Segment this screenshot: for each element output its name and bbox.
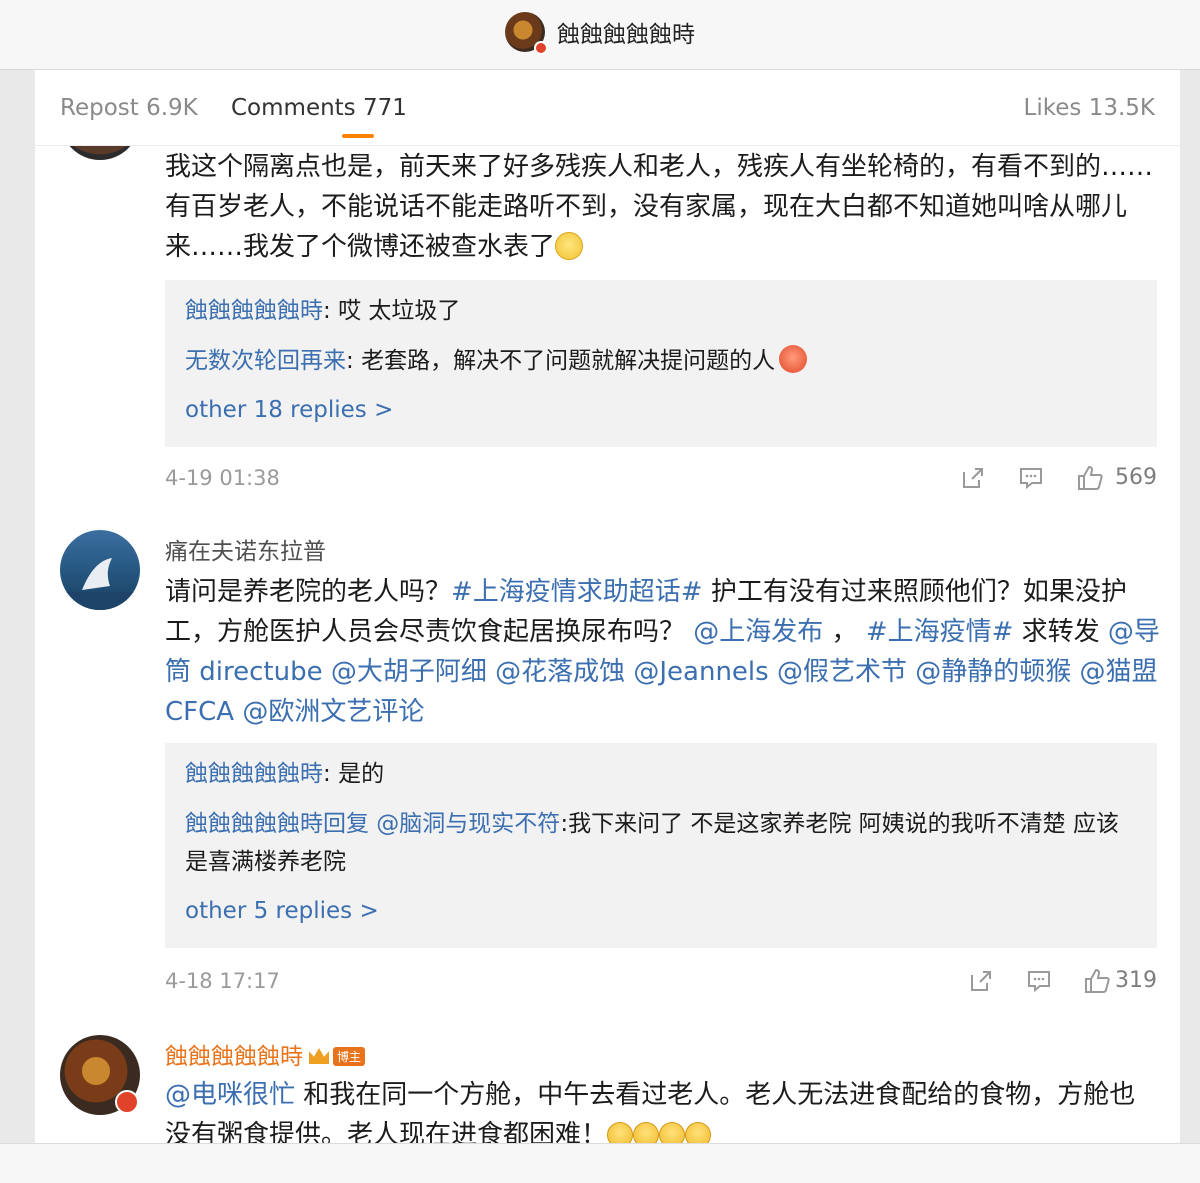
title-wrap[interactable]: 蝕蝕蝕蝕蝕時 [505,11,695,55]
mention-link[interactable]: @电咪很忙 [165,1080,295,1110]
crying-emoji-icon [607,1122,634,1143]
comment-time: 4-19 01:38 [165,466,280,490]
crying-emoji-icon [659,1122,686,1143]
comment-username: 蝕蝕蝕蝕蝕時 博主 [165,1037,1160,1071]
reply-text: 老套路，解决不了问题就解决提问题的人 [361,348,776,374]
bottom-action-bar[interactable] [0,1143,1200,1183]
comment-text: @电咪很忙 和我在同一个方舱，中午去看过老人。老人无法进食配给的食物，方舱也没有… [165,1075,1160,1143]
reply-box-1[interactable]: 蝕蝕蝕蝕蝕時: 哎 太垃圾了 无数次轮回再来: 老套路，解决不了问题就解决提问题… [165,280,1157,447]
comment-text: 我这个隔离点也是，前天来了好多残疾人和老人，残疾人有坐轮椅的，有看不到的……有百… [165,152,1154,262]
crying-emoji-icon [633,1122,660,1143]
author-name[interactable]: 蝕蝕蝕蝕蝕時 [165,1044,303,1070]
hashtag-link[interactable]: #上海疫情求助超话# [451,577,703,607]
tab-likes[interactable]: Likes 13.5K [1024,95,1155,121]
reply-item: 蝕蝕蝕蝕蝕時: 哎 太垃圾了 [185,292,1137,330]
crown-icon [309,1048,329,1064]
reply-sep: : [346,348,362,374]
comment-icon[interactable] [1025,967,1053,995]
verified-badge-icon [115,1090,139,1114]
comment-3: 蝕蝕蝕蝕蝕時 博主 @电咪很忙 和我在同一个方舱，中午去看过老人。老人无法进食配给… [165,1037,1160,1143]
like-icon[interactable] [1076,464,1104,492]
comment-username[interactable]: 痛在夫诺东拉普 [165,532,1160,566]
poster-tag: 博主 [333,1047,366,1066]
header-avatar[interactable] [505,12,548,55]
comment-1: 我这个隔离点也是，前天来了好多残疾人和老人，残疾人有坐轮椅的，有看不到的……有百… [165,147,1160,267]
comment-time: 4-18 17:17 [165,969,280,993]
reply-author[interactable]: 蝕蝕蝕蝕蝕時 [185,298,323,324]
reply-item: 蝕蝕蝕蝕蝕時: 是的 [185,755,1137,793]
like-count: 319 [1115,968,1157,993]
crying-emoji-icon [685,1122,712,1143]
reply-text: 是的 [338,761,385,787]
angry-emoji-icon [779,345,808,373]
like-icon[interactable] [1083,967,1111,995]
comment-avatar[interactable] [60,530,140,610]
page-title: 蝕蝕蝕蝕蝕時 [557,22,695,48]
comment-meta: 4-18 17:17 319 [165,963,1157,1003]
more-replies-link[interactable]: other 5 replies > [185,893,1137,929]
reply-text: 哎 太垃圾了 [338,298,461,324]
comment-meta: 4-19 01:38 569 [165,460,1157,500]
more-replies-link[interactable]: other 18 replies > [185,392,1137,428]
comment-icon[interactable] [1017,464,1045,492]
hashtag-link[interactable]: #上海疫情# [866,617,1014,647]
share-icon[interactable] [967,967,995,995]
reply-author[interactable]: 蝕蝕蝕蝕蝕時回复 @脑洞与现实不符 [185,811,560,837]
active-tab-indicator [342,134,374,138]
whale-image-icon [60,558,140,610]
mention-link[interactable]: @上海发布 [693,617,823,647]
like-count: 569 [1115,465,1157,490]
verified-badge-icon [534,41,548,55]
comments-card: Repost 6.9K Comments 771 Likes 13.5K 我这个… [35,70,1180,1143]
text-segment: ， [823,617,866,647]
comment-text: 请问是养老院的老人吗？#上海疫情求助超话# 护工有没有过来照顾他们？如果没护工，… [165,572,1160,732]
tab-comments[interactable]: Comments 771 [231,95,407,121]
comment-2: 痛在夫诺东拉普 请问是养老院的老人吗？#上海疫情求助超话# 护工有没有过来照顾他… [165,532,1160,732]
tab-repost[interactable]: Repost 6.9K [60,95,198,121]
share-icon[interactable] [959,464,987,492]
reply-sep: : [323,761,339,787]
reply-author[interactable]: 蝕蝕蝕蝕蝕時 [185,761,323,787]
smile-emoji-icon [555,232,584,260]
tab-bar: Repost 6.9K Comments 771 Likes 13.5K [35,70,1180,146]
reply-sep: : [560,811,569,837]
text-segment: 求转发 [1013,617,1108,647]
top-bar: 蝕蝕蝕蝕蝕時 [0,0,1200,70]
reply-item: 蝕蝕蝕蝕蝕時回复 @脑洞与现实不符:我下来问了 不是这家养老院 阿姨说的我听不清… [185,805,1137,881]
text-segment: 请问是养老院的老人吗？ [165,577,452,607]
reply-author[interactable]: 无数次轮回再来 [185,348,346,374]
reply-sep: : [323,298,339,324]
reply-box-2[interactable]: 蝕蝕蝕蝕蝕時: 是的 蝕蝕蝕蝕蝕時回复 @脑洞与现实不符:我下来问了 不是这家养… [165,743,1157,948]
reply-item: 无数次轮回再来: 老套路，解决不了问题就解决提问题的人 [185,342,1137,380]
